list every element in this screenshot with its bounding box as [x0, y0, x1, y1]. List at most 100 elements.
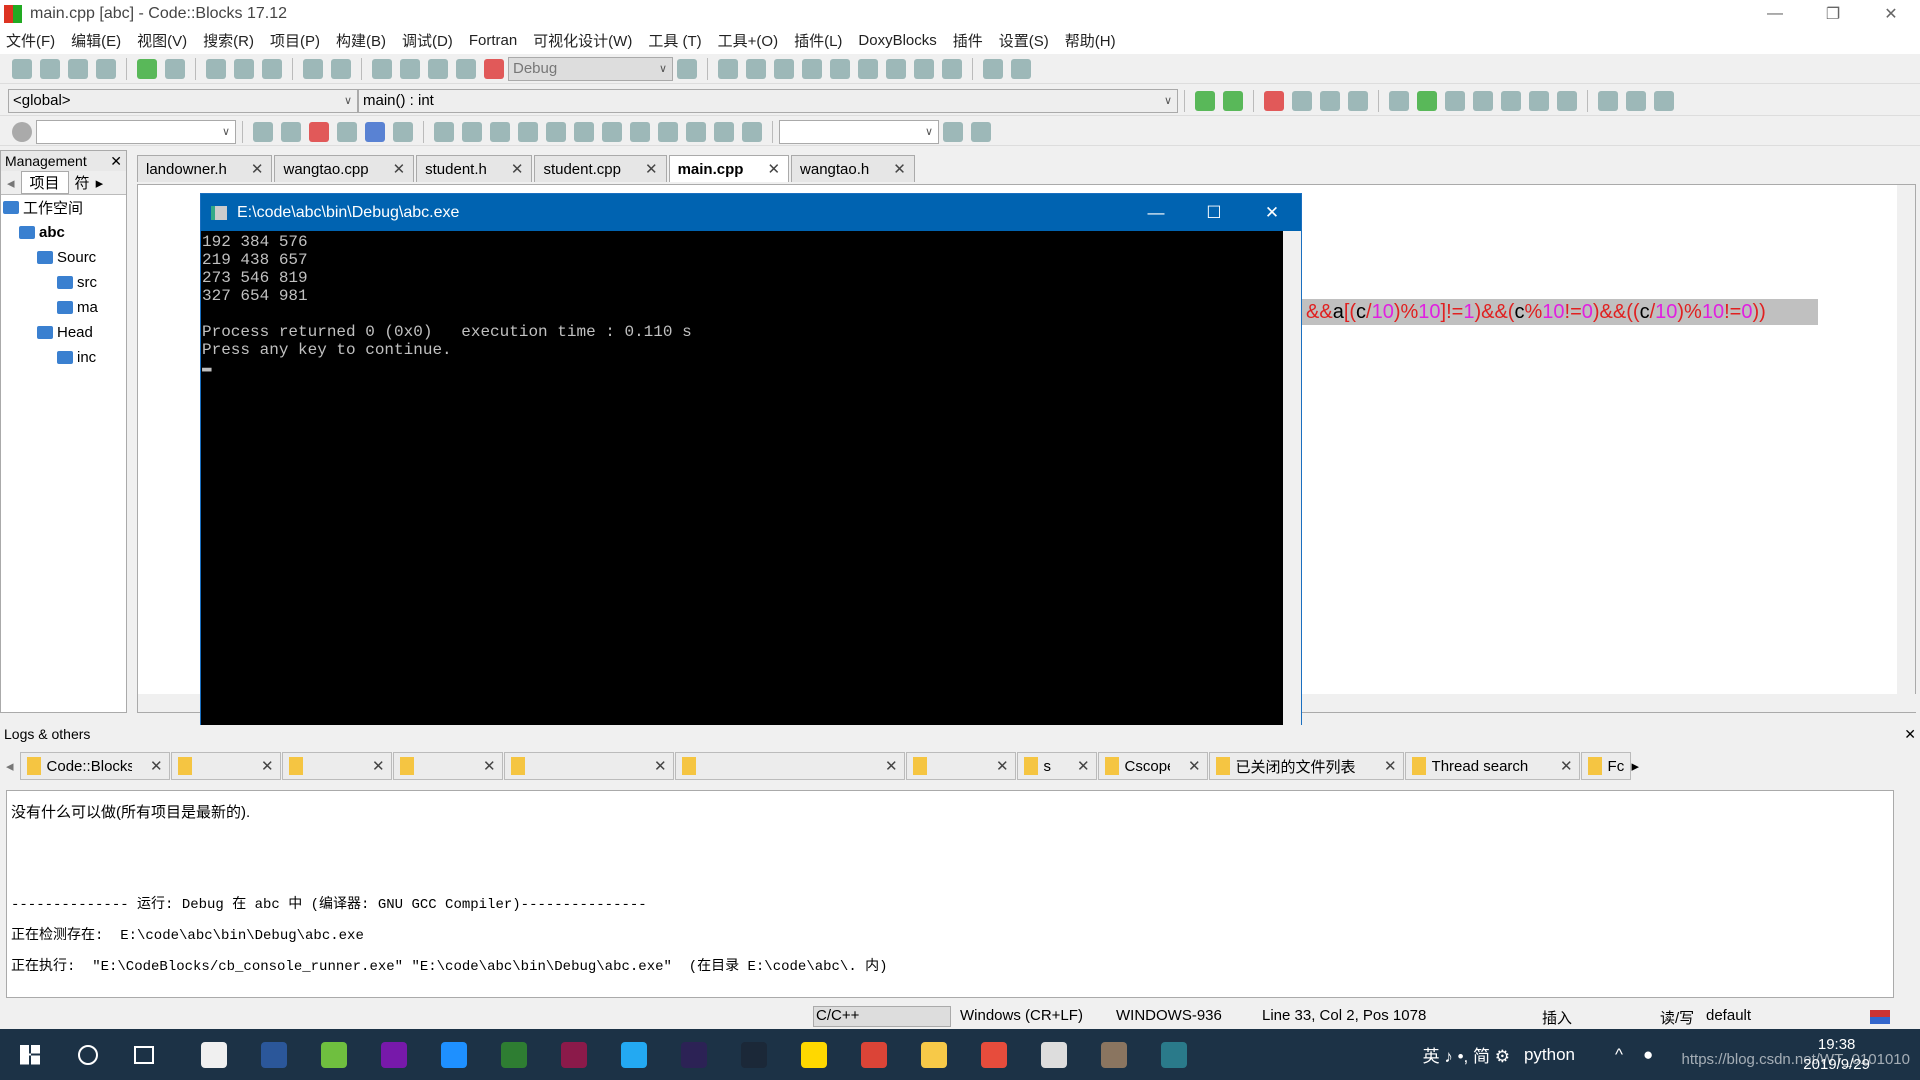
paste-icon[interactable]: [262, 58, 282, 79]
tray-ime[interactable]: 英 ♪ •, 简 ⚙: [1423, 1042, 1510, 1067]
close-button[interactable]: ✕: [1862, 0, 1920, 27]
save-all-icon[interactable]: [96, 58, 116, 79]
tree-item[interactable]: Head: [1, 320, 126, 345]
log-tab-close-icon[interactable]: ✕: [150, 757, 163, 775]
run-icon[interactable]: [400, 58, 420, 79]
tab-scroll-left[interactable]: ◂: [1, 174, 21, 192]
editor-tab[interactable]: wangtao.h ✕: [791, 155, 915, 182]
debug-windows-icon[interactable]: [983, 58, 1003, 79]
menu-item[interactable]: 帮助(H): [1065, 30, 1116, 51]
menu-item[interactable]: 设置(S): [999, 30, 1049, 51]
pause-icon[interactable]: [914, 58, 934, 79]
console-icon[interactable]: [1161, 1041, 1187, 1068]
log-tab[interactable]: ✕: [392, 752, 503, 780]
log-tab-close-icon[interactable]: ✕: [996, 757, 1009, 775]
doxy-line-comment-icon[interactable]: [1473, 90, 1493, 111]
console-close-button[interactable]: ✕: [1243, 194, 1301, 231]
debug-info-icon[interactable]: [1011, 58, 1031, 79]
next-instruction-icon[interactable]: [858, 58, 878, 79]
doxy-config-icon[interactable]: [1557, 90, 1577, 111]
target-options-icon[interactable]: [677, 58, 697, 79]
netease-music-icon[interactable]: [1041, 1041, 1067, 1068]
tray-python[interactable]: python: [1524, 1045, 1575, 1065]
next-line-icon[interactable]: [774, 58, 794, 79]
shape2-icon[interactable]: [518, 121, 538, 142]
clear-bookmarks-icon[interactable]: [1348, 90, 1368, 111]
prev-bookmark-icon[interactable]: [1292, 90, 1312, 111]
shape4-icon[interactable]: [574, 121, 594, 142]
clear-search-icon[interactable]: [12, 121, 32, 142]
search-input[interactable]: ∨: [36, 119, 236, 144]
scope-select[interactable]: <global> ∨: [8, 88, 358, 113]
tab-close-icon[interactable]: ✕: [251, 160, 264, 178]
doxy-chm-icon[interactable]: [1529, 90, 1549, 111]
shape1-icon[interactable]: [490, 121, 510, 142]
store-icon[interactable]: [201, 1041, 227, 1068]
nav-last-icon[interactable]: [1654, 90, 1674, 111]
log-tab[interactable]: ✕: [503, 752, 674, 780]
log-tab-close-icon[interactable]: ✕: [1384, 757, 1397, 775]
regex-icon[interactable]: [393, 121, 413, 142]
stop-debug-icon[interactable]: [942, 58, 962, 79]
winrar-icon[interactable]: [561, 1041, 587, 1068]
vscode-icon[interactable]: [621, 1041, 647, 1068]
log-tab[interactable]: 已关闭的文件列表 ✕: [1208, 752, 1404, 780]
log-tab-close-icon[interactable]: ✕: [1188, 757, 1201, 775]
steam-icon[interactable]: [741, 1041, 767, 1068]
next-bookmark-icon[interactable]: [1320, 90, 1340, 111]
console-scrollbar[interactable]: [1283, 231, 1301, 768]
menu-item[interactable]: 文件(F): [6, 30, 55, 51]
tree-item[interactable]: abc: [1, 220, 126, 245]
kugou-icon[interactable]: [441, 1041, 467, 1068]
logs-scroll-left[interactable]: ◂: [0, 757, 20, 775]
editor-vertical-scrollbar[interactable]: [1897, 185, 1915, 694]
log-tab[interactable]: ✕: [281, 752, 392, 780]
menu-item[interactable]: 工具+(O): [718, 30, 778, 51]
search-icon[interactable]: [78, 1044, 98, 1065]
menu-item[interactable]: 调试(D): [402, 30, 453, 51]
zoom-out-icon[interactable]: [686, 121, 706, 142]
file-explorer-icon[interactable]: [921, 1041, 947, 1068]
restore-button[interactable]: ❐: [1804, 0, 1862, 27]
menu-item[interactable]: 视图(V): [137, 30, 187, 51]
editor-tab[interactable]: landowner.h ✕: [137, 155, 273, 182]
tree-item[interactable]: 工作空间: [1, 195, 126, 220]
jump-forward-icon[interactable]: [1223, 90, 1243, 111]
shape6-icon[interactable]: [630, 121, 650, 142]
abort-icon[interactable]: [484, 58, 504, 79]
management-close-button[interactable]: ✕: [110, 153, 122, 170]
cut-icon[interactable]: [206, 58, 226, 79]
qq-browser-icon[interactable]: [321, 1041, 347, 1068]
log-tab[interactable]: s ✕: [1016, 752, 1097, 780]
log-tab-close-icon[interactable]: ✕: [654, 757, 667, 775]
match-case-icon[interactable]: [365, 121, 385, 142]
console-minimize-button[interactable]: —: [1127, 194, 1185, 231]
symbol-settings-icon[interactable]: [971, 121, 991, 142]
function-select[interactable]: main() : int ∨: [358, 88, 1178, 113]
tab-close-icon[interactable]: ✕: [511, 160, 524, 178]
debug-icon[interactable]: [718, 58, 738, 79]
log-tab[interactable]: ✕: [905, 752, 1016, 780]
log-tab-close-icon[interactable]: ✕: [1560, 757, 1573, 775]
selected-text-icon[interactable]: [337, 121, 357, 142]
zoom-in-icon[interactable]: [658, 121, 678, 142]
menu-item[interactable]: 工具 (T): [648, 30, 701, 51]
build-target-select[interactable]: Debug ∨: [508, 56, 673, 81]
globe-icon[interactable]: [501, 1041, 527, 1068]
log-tab-close-icon[interactable]: ✕: [1077, 757, 1090, 775]
tree-item[interactable]: src: [1, 270, 126, 295]
menu-item[interactable]: 搜索(R): [203, 30, 254, 51]
log-tab[interactable]: Cscope ✕: [1097, 752, 1208, 780]
tab-close-icon[interactable]: ✕: [767, 160, 780, 178]
step-into-instruction-icon[interactable]: [886, 58, 906, 79]
sticky-notes-icon[interactable]: [801, 1041, 827, 1068]
menu-item[interactable]: 编辑(E): [71, 30, 121, 51]
step-out-icon[interactable]: [830, 58, 850, 79]
tree-item[interactable]: Sourc: [1, 245, 126, 270]
build-icon[interactable]: [372, 58, 392, 79]
eclipse-icon[interactable]: [681, 1041, 707, 1068]
log-tab[interactable]: Fc: [1580, 752, 1631, 780]
symbol-search-input[interactable]: ∨: [779, 119, 939, 144]
s-icon[interactable]: [714, 121, 734, 142]
tab-close-icon[interactable]: ✕: [893, 160, 906, 178]
